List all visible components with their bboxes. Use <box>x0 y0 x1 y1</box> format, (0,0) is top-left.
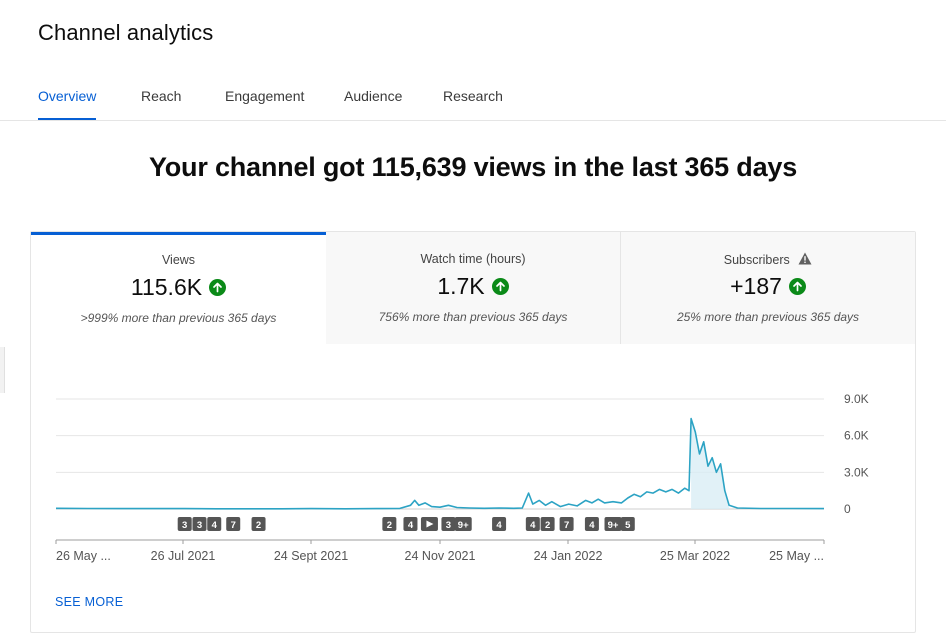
collapsed-sidebar-edge <box>0 347 5 393</box>
annotation-count: 3 <box>197 520 202 531</box>
annotation-count: 2 <box>387 520 392 531</box>
summary-headline: Your channel got 115,639 views in the la… <box>148 152 798 182</box>
annotation-count: 5 <box>625 520 631 531</box>
analytics-card: Views 115.6K >999% more than previous 36… <box>30 231 916 633</box>
y-tick-label: 3.0K <box>844 465 869 479</box>
annotation-count: 3 <box>446 520 451 531</box>
annotation-count: 9+ <box>608 520 619 531</box>
x-tick-label: 24 Jan 2022 <box>534 549 603 563</box>
tab-overview[interactable]: Overview <box>38 88 97 120</box>
tab-reach[interactable]: Reach <box>141 88 181 120</box>
annotation-count: 4 <box>589 520 595 531</box>
tab-audience[interactable]: Audience <box>344 88 402 120</box>
y-tick-label: 6.0K <box>844 429 869 443</box>
page-title: Channel analytics <box>38 20 214 45</box>
views-line-chart: 9.0K6.0K3.0K03 3 4 7 2 2 4 3 9+ 4 4 2 7 4 9+ 526 May ..… <box>55 392 869 563</box>
annotation-count: 2 <box>256 520 261 531</box>
x-tick-label: 26 May ... <box>56 549 111 563</box>
annotation-count: 4 <box>408 520 414 531</box>
x-tick-label: 26 Jul 2021 <box>151 549 216 563</box>
x-tick-label: 25 Mar 2022 <box>660 549 730 563</box>
x-tick-label: 24 Sept 2021 <box>274 549 348 563</box>
annotation-count: 7 <box>564 520 569 531</box>
tab-engagement[interactable]: Engagement <box>225 88 304 120</box>
annotation-count: 7 <box>231 520 236 531</box>
highlight-area <box>691 418 730 509</box>
see-more-link[interactable]: SEE MORE <box>55 595 123 609</box>
annotation-count: 3 <box>182 520 187 531</box>
annotation-count: 2 <box>545 520 550 531</box>
y-tick-label: 0 <box>844 502 851 516</box>
annotation-count: 4 <box>496 520 502 531</box>
annotation-count: 4 <box>212 520 218 531</box>
tab-research[interactable]: Research <box>443 88 503 120</box>
annotation-count: 9+ <box>458 520 469 531</box>
y-tick-label: 9.0K <box>844 392 869 406</box>
tab-bar: Overview Reach Engagement Audience Resea… <box>0 80 946 121</box>
x-tick-label: 25 May ... <box>769 549 824 563</box>
x-tick-label: 24 Nov 2021 <box>405 549 476 563</box>
annotation-count: 4 <box>530 520 536 531</box>
